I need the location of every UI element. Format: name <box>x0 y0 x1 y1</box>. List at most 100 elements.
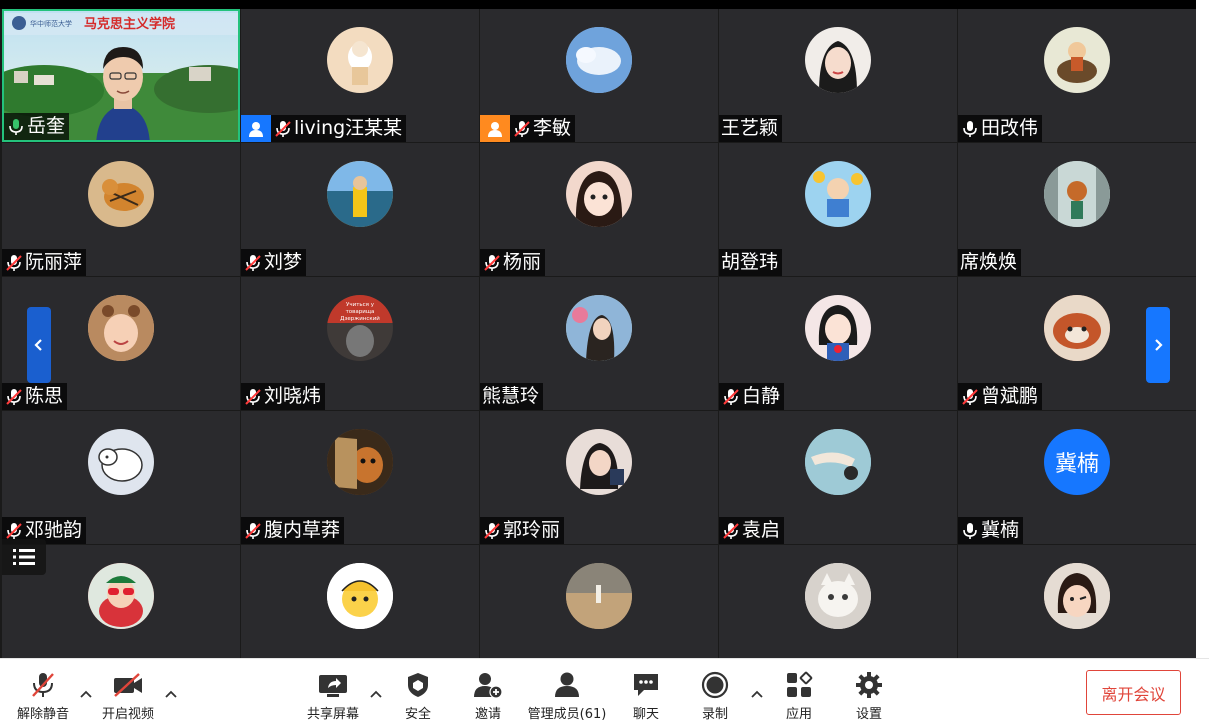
participant-avatar <box>88 295 154 361</box>
user-badge-icon <box>241 115 271 142</box>
user-badge-icon <box>480 115 510 142</box>
text-avatar: 冀楠 <box>1044 429 1110 495</box>
participant-tile[interactable]: 刘梦 <box>241 143 479 276</box>
participant-name: living汪某某 <box>294 117 403 139</box>
participant-tile[interactable]: 胡登玮 <box>719 143 957 276</box>
participant-name: 腹内草莽 <box>264 519 341 541</box>
participant-avatar <box>566 27 632 93</box>
participant-tile[interactable] <box>480 545 718 658</box>
participant-tile[interactable]: 冀楠 冀楠 <box>958 411 1196 544</box>
participant-avatar <box>805 563 871 629</box>
participant-name: 冀楠 <box>981 519 1020 541</box>
chat-icon <box>634 674 658 696</box>
participant-tile[interactable]: 杨丽 <box>480 143 718 276</box>
chevron-right-icon <box>1155 339 1163 351</box>
mic-muted-icon <box>273 119 294 139</box>
participant-tile[interactable] <box>958 545 1196 658</box>
participant-nametag: 岳奎 <box>4 113 70 140</box>
apps-label: 应用 <box>785 707 812 722</box>
participant-tile[interactable]: 腹内草莽 <box>241 411 479 544</box>
participant-avatar <box>805 429 871 495</box>
participant-name: 胡登玮 <box>721 251 779 273</box>
chat-button[interactable]: 聊天 <box>624 659 668 726</box>
participant-name: 王艺颖 <box>721 117 779 139</box>
participant-tile-video[interactable]: 华中师范大学 马克思主义学院 岳奎 <box>2 9 240 142</box>
participant-list-toggle[interactable] <box>2 539 46 575</box>
participant-nametag: 李敏 <box>480 115 576 142</box>
manage-members-label: 管理成员(61) <box>527 707 607 722</box>
participant-tile[interactable] <box>241 545 479 658</box>
participant-tile[interactable]: Учиться у товарища Дзержинский 刘晓炜 <box>241 277 479 410</box>
participant-avatar <box>88 161 154 227</box>
mic-muted-icon <box>4 521 25 541</box>
chevron-up-icon <box>751 690 763 698</box>
mic-on-icon <box>6 117 27 137</box>
participant-name: 杨丽 <box>503 251 542 273</box>
security-button[interactable]: 安全 <box>396 659 440 726</box>
record-icon <box>701 671 729 699</box>
unmute-label: 解除静音 <box>16 707 69 722</box>
participant-tile[interactable]: 王艺颖 <box>719 9 957 142</box>
participant-nametag: 田改伟 <box>958 115 1043 142</box>
participant-tile[interactable]: 熊慧玲 <box>480 277 718 410</box>
share-options-caret[interactable] <box>369 687 383 701</box>
participant-nametag: 腹内草莽 <box>241 517 345 544</box>
chat-label: 聊天 <box>632 707 659 722</box>
leave-meeting-button[interactable]: 离开会议 <box>1086 670 1181 715</box>
mic-muted-icon <box>4 253 25 273</box>
mic-muted-icon <box>243 387 264 407</box>
apps-button[interactable]: 应用 <box>777 659 821 726</box>
security-label: 安全 <box>404 707 431 722</box>
top-bar <box>0 0 1196 9</box>
participant-tile[interactable]: 席焕焕 <box>958 143 1196 276</box>
participant-name: 刘梦 <box>264 251 303 273</box>
participant-nametag: 袁启 <box>719 517 785 544</box>
camera-off-icon <box>114 673 142 697</box>
participant-avatar <box>566 295 632 361</box>
record-options-caret[interactable] <box>750 687 764 701</box>
record-label: 录制 <box>701 707 728 722</box>
invite-label: 邀请 <box>474 707 501 722</box>
members-icon <box>555 672 579 697</box>
participant-tile[interactable]: 阮丽萍 <box>2 143 240 276</box>
participant-tile[interactable] <box>719 545 957 658</box>
participant-nametag: 刘梦 <box>241 249 307 276</box>
settings-label: 设置 <box>855 707 882 722</box>
participant-nametag: 王艺颖 <box>719 115 783 142</box>
participant-name: 席焕焕 <box>960 251 1018 273</box>
participant-tile[interactable]: living汪某某 <box>241 9 479 142</box>
video-options-caret[interactable] <box>164 687 178 701</box>
mic-muted-icon <box>721 521 742 541</box>
participant-tile[interactable]: 田改伟 <box>958 9 1196 142</box>
record-button[interactable]: 录制 <box>693 659 737 726</box>
mic-muted-icon <box>721 387 742 407</box>
chevron-up-icon <box>165 690 177 698</box>
participant-nametag: 席焕焕 <box>958 249 1022 276</box>
invite-button[interactable]: 邀请 <box>466 659 510 726</box>
participant-tile[interactable]: 邓驰韵 <box>2 411 240 544</box>
next-page-button[interactable] <box>1146 307 1170 383</box>
participant-avatar <box>1044 295 1110 361</box>
participant-avatar <box>805 161 871 227</box>
share-screen-button[interactable]: 共享屏幕 <box>303 659 363 726</box>
settings-button[interactable]: 设置 <box>847 659 891 726</box>
participant-tile[interactable]: 白静 <box>719 277 957 410</box>
participant-name: 白静 <box>742 385 781 407</box>
mic-on-icon <box>960 119 981 139</box>
unmute-button[interactable]: 解除静音 <box>14 659 72 726</box>
participant-avatar <box>327 563 393 629</box>
participant-avatar <box>1044 161 1110 227</box>
participant-tile[interactable]: 郭玲丽 <box>480 411 718 544</box>
audio-options-caret[interactable] <box>79 687 93 701</box>
manage-members-button[interactable]: 管理成员(61) <box>526 659 608 726</box>
participant-name: 田改伟 <box>981 117 1039 139</box>
participant-avatar <box>1044 27 1110 93</box>
previous-page-button[interactable] <box>27 307 51 383</box>
start-video-button[interactable]: 开启视频 <box>98 659 158 726</box>
participant-tile[interactable]: 李敏 <box>480 9 718 142</box>
participant-nametag: 阮丽萍 <box>2 249 87 276</box>
banner-text: 马克思主义学院 <box>84 17 176 32</box>
participant-name: 袁启 <box>742 519 781 541</box>
participant-nametag: 郭玲丽 <box>480 517 565 544</box>
participant-tile[interactable]: 袁启 <box>719 411 957 544</box>
